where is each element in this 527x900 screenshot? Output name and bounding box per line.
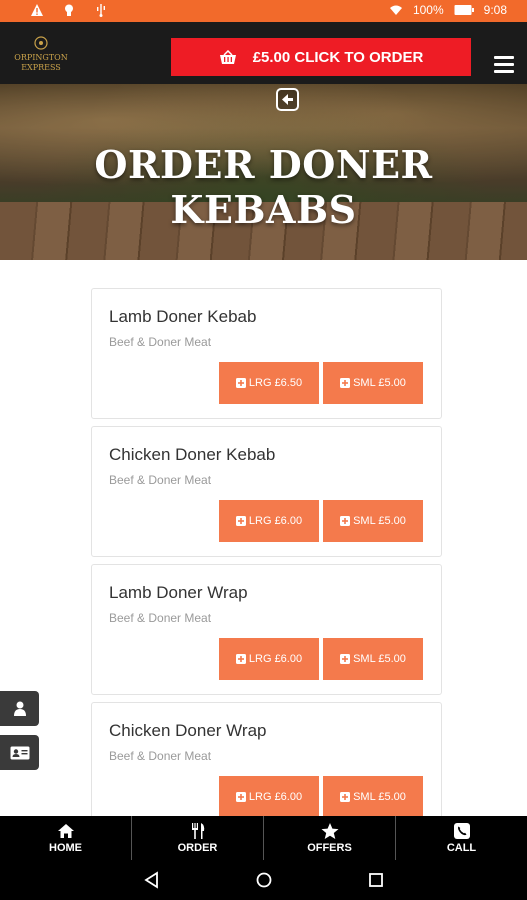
large-price-label: LRG £6.00: [248, 653, 303, 665]
home-circle-icon[interactable]: [254, 870, 274, 890]
page-title: ORDER DONER KEBABS: [94, 142, 433, 232]
id-card-icon: [10, 746, 29, 759]
cutlery-icon: [191, 823, 204, 839]
menu-list: Lamb Doner Kebab Beef & Doner Meat LRG £…: [0, 260, 527, 816]
large-price-label: LRG £6.00: [248, 515, 303, 527]
add-large-button[interactable]: LRG £6.00: [219, 638, 319, 680]
nav-order-label: ORDER: [177, 842, 218, 854]
menu-item-card: Lamb Doner Kebab Beef & Doner Meat LRG £…: [91, 288, 442, 419]
app-header: ORPINGTON EXPRESS £5.00 CLICK TO ORDER: [0, 22, 527, 84]
plus-square-icon: [340, 654, 351, 664]
order-button-label: £5.00 CLICK TO ORDER: [252, 48, 424, 66]
logo-line2: EXPRESS: [21, 63, 61, 72]
nav-call[interactable]: CALL: [395, 816, 527, 860]
plus-square-icon: [340, 516, 351, 526]
add-large-button[interactable]: LRG £6.50: [219, 362, 319, 404]
user-icon: [13, 701, 26, 716]
plus-square-icon: [340, 378, 351, 388]
warning-icon: [31, 4, 43, 16]
usb-icon: [97, 4, 105, 17]
star-icon: [321, 823, 338, 839]
battery-icon: [454, 5, 474, 15]
item-name: Chicken Doner Kebab: [109, 445, 276, 464]
small-price-label: SML £5.00: [353, 377, 406, 389]
nav-home-label: HOME: [49, 842, 82, 854]
add-large-button[interactable]: LRG £6.00: [219, 500, 319, 542]
item-description: Beef & Doner Meat: [109, 749, 212, 763]
add-small-button[interactable]: SML £5.00: [323, 500, 423, 542]
add-small-button[interactable]: SML £5.00: [323, 776, 423, 816]
menu-icon[interactable]: [494, 56, 514, 73]
logo-line1: ORPINGTON: [14, 53, 67, 62]
phone-icon: [453, 823, 470, 839]
back-triangle-icon[interactable]: [142, 870, 162, 890]
nav-call-label: CALL: [446, 842, 477, 854]
bulb-icon: [65, 4, 73, 16]
item-name: Lamb Doner Kebab: [109, 307, 257, 326]
small-price-label: SML £5.00: [353, 515, 406, 527]
nav-order[interactable]: ORDER: [131, 816, 263, 860]
item-name: Lamb Doner Wrap: [109, 583, 248, 602]
click-to-order-button[interactable]: £5.00 CLICK TO ORDER: [171, 38, 471, 76]
item-description: Beef & Doner Meat: [109, 473, 212, 487]
contact-card-tab[interactable]: [0, 735, 39, 770]
menu-item-card: Chicken Doner Kebab Beef & Doner Meat LR…: [91, 426, 442, 557]
bottom-nav: HOME ORDER OFFERS CALL: [0, 816, 527, 860]
brand-logo[interactable]: ORPINGTON EXPRESS: [12, 35, 70, 75]
arrow-left-icon: [282, 94, 293, 105]
plus-square-icon: [340, 792, 351, 802]
plus-square-icon: [235, 792, 246, 802]
item-description: Beef & Doner Meat: [109, 335, 212, 349]
large-price-label: LRG £6.50: [248, 377, 303, 389]
clock: 9:08: [483, 3, 507, 17]
back-button[interactable]: [276, 88, 299, 111]
plus-square-icon: [235, 516, 246, 526]
recents-square-icon[interactable]: [366, 870, 386, 890]
hero-banner: ORDER DONER KEBABS: [0, 84, 527, 260]
add-small-button[interactable]: SML £5.00: [323, 362, 423, 404]
menu-item-card: Chicken Doner Wrap Beef & Doner Meat LRG…: [91, 702, 442, 816]
add-small-button[interactable]: SML £5.00: [323, 638, 423, 680]
small-price-label: SML £5.00: [353, 653, 406, 665]
add-large-button[interactable]: LRG £6.00: [219, 776, 319, 816]
status-bar: 100% 9:08: [0, 0, 527, 22]
plus-square-icon: [235, 378, 246, 388]
item-name: Chicken Doner Wrap: [109, 721, 267, 740]
nav-offers-label: OFFERS: [307, 842, 352, 854]
home-icon: [57, 824, 74, 838]
plus-square-icon: [235, 654, 246, 664]
nav-home[interactable]: HOME: [0, 816, 131, 860]
item-description: Beef & Doner Meat: [109, 611, 212, 625]
system-nav-bar: [0, 860, 527, 900]
wifi-icon: [389, 5, 402, 15]
battery-percent: 100%: [412, 3, 444, 17]
basket-icon: [219, 49, 236, 64]
small-price-label: SML £5.00: [353, 791, 406, 803]
menu-item-card: Lamb Doner Wrap Beef & Doner Meat LRG £6…: [91, 564, 442, 695]
account-tab[interactable]: [0, 691, 39, 726]
large-price-label: LRG £6.00: [248, 791, 303, 803]
nav-offers[interactable]: OFFERS: [263, 816, 395, 860]
